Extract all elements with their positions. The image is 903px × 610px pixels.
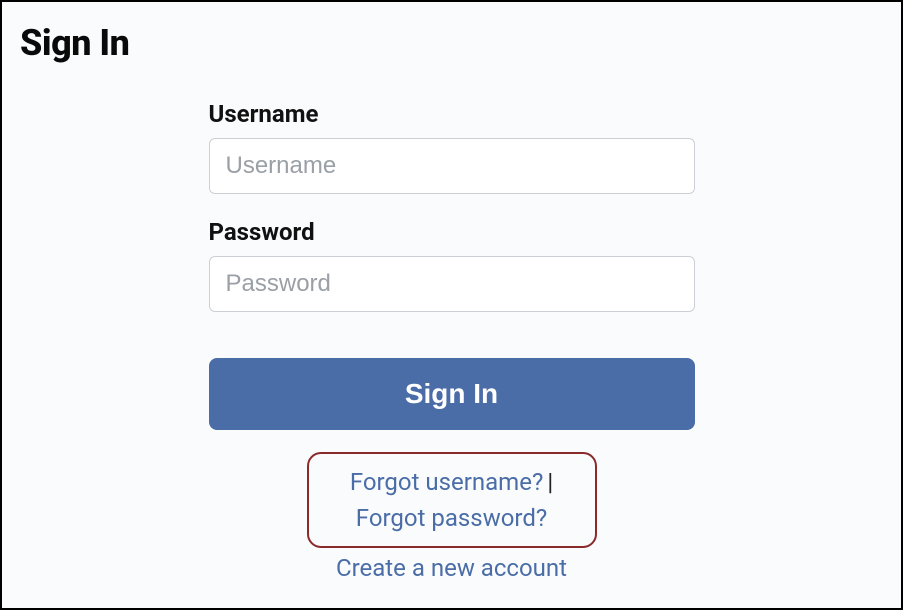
username-group: Username xyxy=(209,100,695,194)
forgot-username-row: Forgot username?| xyxy=(325,464,579,500)
page-title: Sign In xyxy=(20,22,883,64)
password-group: Password xyxy=(209,218,695,312)
password-label: Password xyxy=(209,218,695,246)
create-account-row: Create a new account xyxy=(209,554,695,582)
username-input[interactable] xyxy=(209,138,695,194)
forgot-password-row: Forgot password? xyxy=(325,500,579,536)
username-label: Username xyxy=(209,100,695,128)
forgot-username-link[interactable]: Forgot username? xyxy=(350,468,544,496)
create-account-link[interactable]: Create a new account xyxy=(336,554,567,582)
signin-form: Username Password Sign In Forgot usernam… xyxy=(209,100,695,582)
forgot-password-link[interactable]: Forgot password? xyxy=(356,504,547,532)
signin-button[interactable]: Sign In xyxy=(209,358,695,430)
password-input[interactable] xyxy=(209,256,695,312)
forgot-links-highlight: Forgot username?| Forgot password? xyxy=(307,452,597,548)
link-separator: | xyxy=(547,468,553,496)
